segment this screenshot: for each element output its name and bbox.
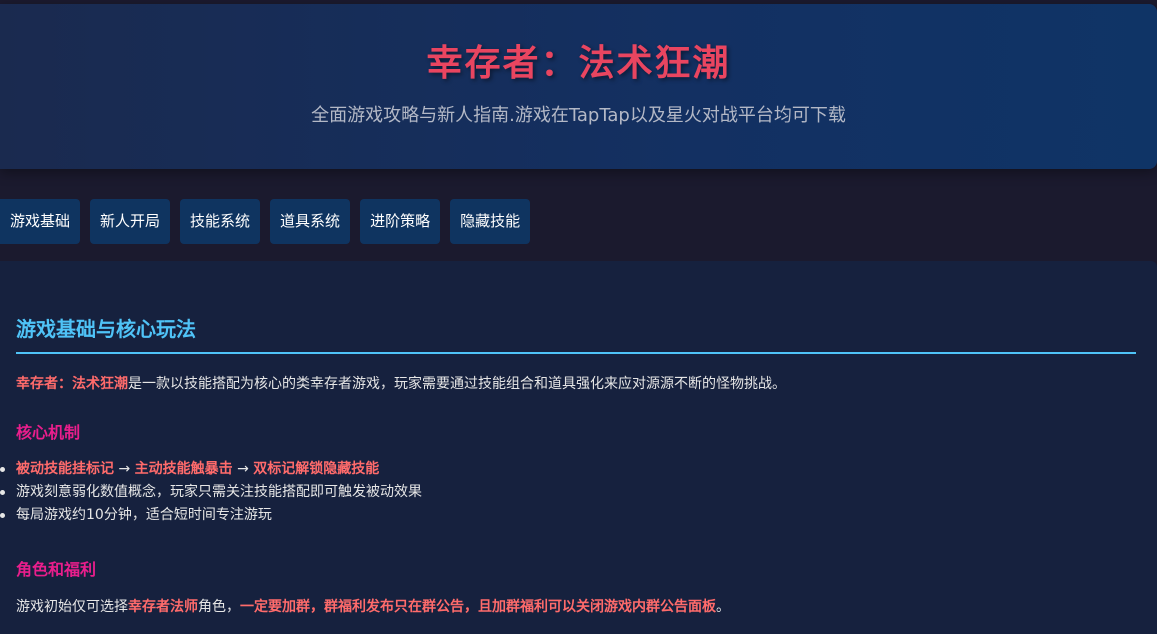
nav-bar: 游戏基础 新人开局 技能系统 道具系统 进阶策略 隐藏技能 [0, 199, 540, 244]
section-title: 游戏基础与核心玩法 [16, 317, 196, 341]
role-text-end: 。 [716, 599, 730, 615]
nav-tab-hidden-skills[interactable]: 隐藏技能 [450, 199, 531, 244]
role-text-pre: 游戏初始仅可选择 [16, 599, 128, 615]
content-panel: 游戏基础与核心玩法 幸存者：法术狂潮是一款以技能搭配为核心的类幸存者游戏，玩家需… [0, 261, 1157, 634]
nav-tab-newbie-start[interactable]: 新人开局 [90, 199, 171, 244]
mechanic-step-unlock: 双标记解锁隐藏技能 [253, 461, 380, 477]
mechanic-step-mark: 被动技能挂标记 [16, 461, 114, 477]
list-item: 每局游戏约10分钟，适合短时间专注游玩 [0, 504, 422, 527]
bullet-icon [0, 490, 5, 495]
arrow-icon: → [114, 461, 135, 477]
nav-tab-item-system[interactable]: 道具系统 [270, 199, 351, 244]
role-name: 幸存者法师 [128, 599, 198, 615]
bullet-icon [0, 513, 5, 518]
core-mechanics-list: 被动技能挂标记 → 主动技能触暴击 → 双标记解锁隐藏技能 游戏刻意弱化数值概念… [0, 458, 422, 527]
section-divider [16, 352, 1136, 354]
core-mechanics-heading: 核心机制 [16, 423, 81, 442]
role-heading: 角色和福利 [16, 560, 97, 579]
list-item-text: 每局游戏约10分钟，适合短时间专注游玩 [16, 507, 272, 523]
list-item: 被动技能挂标记 → 主动技能触暴击 → 双标记解锁隐藏技能 [0, 458, 422, 481]
intro-highlight: 幸存者：法术狂潮 [16, 376, 128, 392]
role-text-mid: 角色， [198, 599, 240, 615]
nav-tab-skill-system[interactable]: 技能系统 [180, 199, 261, 244]
nav-tab-basics[interactable]: 游戏基础 [0, 199, 81, 244]
list-item-text: 游戏刻意弱化数值概念，玩家只需关注技能搭配即可触发被动效果 [16, 484, 422, 500]
list-item: 游戏刻意弱化数值概念，玩家只需关注技能搭配即可触发被动效果 [0, 481, 422, 504]
intro-text: 是一款以技能搭配为核心的类幸存者游戏，玩家需要通过技能组合和道具强化来应对源源不… [128, 376, 786, 392]
page-title: 幸存者：法术狂潮 [426, 43, 731, 84]
arrow-icon: → [232, 461, 254, 477]
page-subtitle: 全面游戏攻略与新人指南.游戏在TapTap以及星火对战平台均可下载 [311, 105, 846, 126]
role-paragraph: 游戏初始仅可选择幸存者法师角色，一定要加群，群福利发布只在群公告，且加群福利可以… [16, 596, 730, 616]
mechanic-step-crit: 主动技能触暴击 [134, 461, 233, 477]
group-notice: 一定要加群，群福利发布只在群公告，且加群福利可以关闭游戏内群公告面板 [240, 599, 716, 615]
page-header: 幸存者：法术狂潮 全面游戏攻略与新人指南.游戏在TapTap以及星火对战平台均可… [0, 4, 1157, 169]
nav-tab-advanced-strategy[interactable]: 进阶策略 [360, 199, 441, 244]
intro-paragraph: 幸存者：法术狂潮是一款以技能搭配为核心的类幸存者游戏，玩家需要通过技能组合和道具… [16, 373, 786, 393]
bullet-icon [0, 467, 5, 472]
